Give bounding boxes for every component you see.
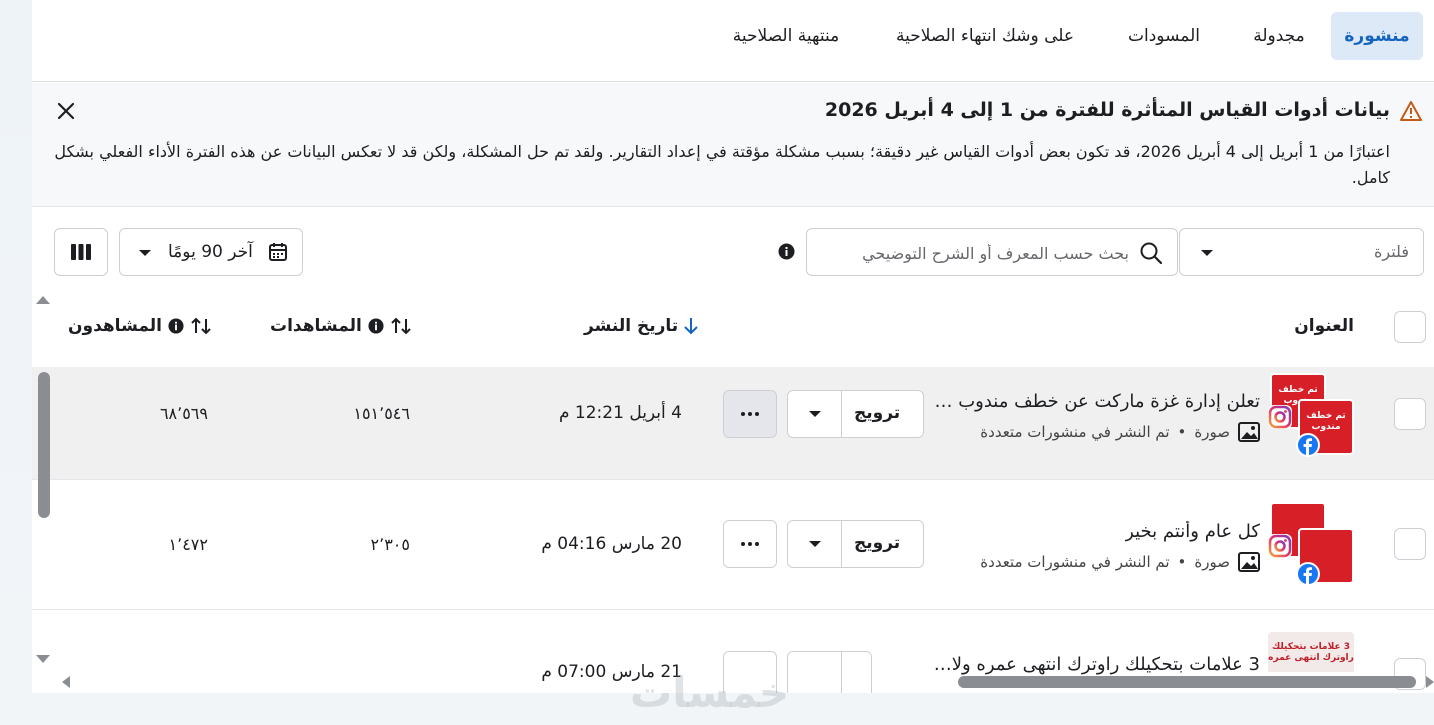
horizontal-scrollbar-thumb[interactable] [958, 676, 1416, 688]
row-checkbox[interactable] [1394, 528, 1426, 560]
button-divider [841, 521, 842, 567]
button-divider [841, 652, 842, 693]
instagram-icon [1268, 534, 1292, 558]
more-icon [741, 542, 759, 546]
date-range-select[interactable]: آخر 90 يومًا [119, 228, 303, 276]
post-title[interactable]: كل عام وأنتم بخير [1125, 521, 1260, 542]
thumbnail-text: تم خطف مندوب [1306, 411, 1346, 432]
header-publish-date-label: تاريخ النشر [584, 316, 679, 336]
post-title[interactable]: 3 علامات بتحكيلك راوترك انتهى عمره ولازم… [930, 654, 1260, 675]
thumbnail-image: 3 علامات بتحكيلك راوترك انتهى عمره [1268, 632, 1354, 672]
thumbnail-text: 3 علامات بتحكيلك راوترك انتهى عمره [1268, 642, 1354, 663]
chevron-down-icon[interactable] [808, 540, 822, 548]
sort-icon [191, 317, 211, 335]
table-row[interactable]: كل عام وأنتم بخير صورة • تم النشر في منش… [32, 480, 1434, 610]
tab-bar: منشورة مجدولة المسودات على وشك انتهاء ال… [32, 0, 1434, 82]
columns-button[interactable] [54, 228, 108, 276]
promote-button[interactable]: ترويج [787, 390, 924, 438]
scroll-down-arrow[interactable] [36, 655, 50, 663]
chevron-down-icon[interactable] [808, 410, 822, 418]
header-viewers-label: المشاهدون [68, 316, 162, 336]
columns-icon [71, 244, 91, 260]
tab-expired[interactable]: منتهية الصلاحية [712, 12, 860, 60]
header-title-label: العنوان [1294, 316, 1354, 336]
more-options-button[interactable] [723, 520, 777, 568]
views-count: ١٥١٬٥٤٦ [353, 404, 410, 423]
more-options-button[interactable] [723, 390, 777, 438]
date-range-label: آخر 90 يومًا [168, 242, 253, 262]
post-meta: صورة • تم النشر في منشورات متعددة [980, 552, 1260, 572]
post-thumbnail[interactable]: 3 علامات بتحكيلك راوترك انتهى عمره [1268, 632, 1354, 672]
tab-scheduled[interactable]: مجدولة [1234, 12, 1324, 60]
post-status: تم النشر في منشورات متعددة [980, 553, 1170, 571]
header-publish-date[interactable]: تاريخ النشر [570, 316, 698, 336]
sort-icon [391, 317, 411, 335]
scroll-up-arrow[interactable] [36, 296, 50, 304]
image-icon [1238, 422, 1260, 442]
meta-separator: • [1177, 553, 1187, 571]
search-input[interactable] [829, 239, 1129, 267]
post-thumbnail[interactable]: تم خطف مندوب تم خطف مندوب [1268, 373, 1354, 463]
select-all-checkbox[interactable] [1394, 311, 1426, 343]
close-icon[interactable] [52, 97, 80, 125]
watermark-logo: خمسات [630, 668, 790, 717]
facebook-icon [1296, 562, 1320, 586]
sort-descending-icon [684, 318, 698, 335]
info-icon[interactable] [168, 318, 184, 334]
info-icon[interactable] [778, 243, 795, 264]
post-meta: صورة • تم النشر في منشورات متعددة [980, 422, 1260, 442]
info-icon[interactable] [368, 318, 384, 334]
post-status: تم النشر في منشورات متعددة [980, 423, 1170, 441]
row-checkbox[interactable] [1394, 398, 1426, 430]
header-views-label: المشاهدات [270, 316, 362, 336]
more-icon [741, 412, 759, 416]
alert-body: اعتبارًا من 1 أبريل إلى 4 أبريل 2026، قد… [54, 142, 1390, 187]
search-field[interactable] [806, 228, 1178, 276]
chevron-down-icon [139, 250, 151, 256]
button-divider [841, 391, 842, 437]
search-icon [1140, 242, 1163, 265]
scroll-left-arrow[interactable] [62, 676, 70, 688]
content-card: منشورة مجدولة المسودات على وشك انتهاء ال… [32, 0, 1434, 693]
vertical-scrollbar-thumb[interactable] [38, 372, 50, 518]
promote-button[interactable] [787, 651, 872, 693]
header-views[interactable]: المشاهدات [270, 316, 412, 336]
tab-published[interactable]: منشورة [1331, 12, 1423, 60]
post-thumbnail[interactable] [1268, 502, 1354, 592]
tab-expiring[interactable]: على وشك انتهاء الصلاحية [876, 12, 1094, 60]
views-count: ٢٬٣٠٥ [370, 535, 410, 554]
publish-date: 4 أبريل 12:21 م [558, 403, 682, 423]
publish-date: 20 مارس 04:16 م [541, 534, 682, 554]
warning-icon [1400, 100, 1422, 122]
alert-title: بيانات أدوات القياس المتأثرة للفترة من 1… [824, 99, 1390, 121]
post-type: صورة [1194, 423, 1230, 441]
post-type: صورة [1194, 553, 1230, 571]
metrics-alert-banner: بيانات أدوات القياس المتأثرة للفترة من 1… [32, 83, 1434, 207]
facebook-icon [1296, 433, 1320, 457]
scroll-right-arrow[interactable] [1426, 676, 1434, 688]
meta-separator: • [1177, 423, 1187, 441]
promote-label: ترويج [854, 403, 901, 423]
chevron-down-icon [1201, 250, 1213, 256]
filter-select[interactable]: فلترة [1179, 228, 1424, 276]
table-row[interactable]: تم خطف مندوب تم خطف مندوب تعلن إدارة غزة… [32, 367, 1434, 480]
filter-label: فلترة [1374, 242, 1409, 261]
calendar-icon [269, 243, 287, 261]
image-icon [1238, 552, 1260, 572]
viewers-count: ١٬٤٧٢ [168, 535, 208, 554]
promote-button[interactable]: ترويج [787, 520, 924, 568]
promote-label: ترويج [854, 533, 901, 553]
instagram-icon [1268, 405, 1292, 429]
header-title: العنوان [1294, 316, 1354, 336]
tab-drafts[interactable]: المسودات [1112, 12, 1216, 60]
post-title[interactable]: تعلن إدارة غزة ماركت عن خطف مندوب الـ... [930, 391, 1260, 412]
header-viewers[interactable]: المشاهدون [68, 316, 212, 336]
viewers-count: ٦٨٬٥٦٩ [159, 404, 208, 423]
